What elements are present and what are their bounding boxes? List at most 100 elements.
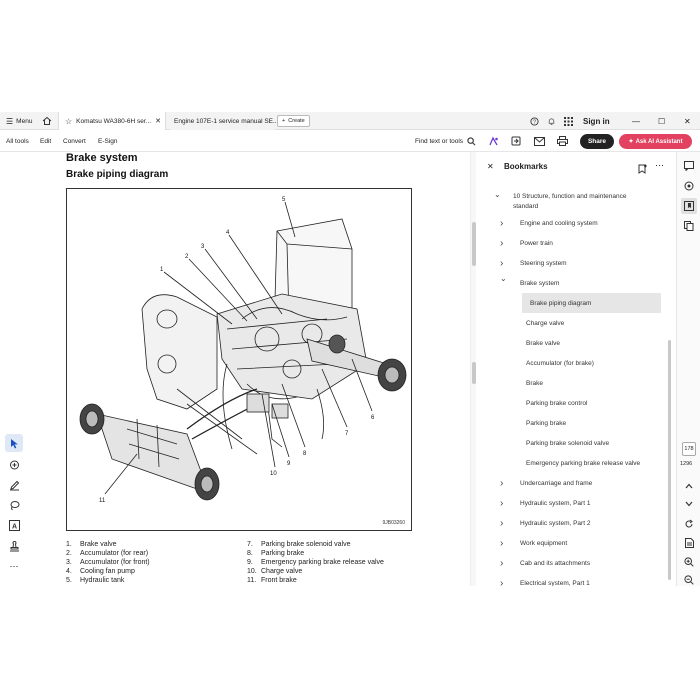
bookmark-item[interactable]: Charge valve xyxy=(478,313,668,333)
chevron-right-icon[interactable]: › xyxy=(500,498,503,509)
bookmark-label-continued: standard xyxy=(513,203,539,210)
chevron-right-icon[interactable]: › xyxy=(500,478,503,489)
bookmark-item[interactable]: › Hydraulic system, Part 2 xyxy=(478,513,668,533)
callout-1: 1 xyxy=(160,267,164,273)
bookmark-label: Brake valve xyxy=(526,340,560,347)
chevron-down-icon[interactable]: ⌄ xyxy=(494,190,501,199)
apps-grid-icon[interactable] xyxy=(564,112,573,130)
print-icon[interactable] xyxy=(557,130,568,152)
bookmark-label: Undercarriage and frame xyxy=(520,480,593,487)
bookmarks-scroll-thumb[interactable] xyxy=(668,340,671,580)
legend-item: 11. Front brake xyxy=(247,577,297,584)
bookmark-item[interactable]: Brake xyxy=(478,373,668,393)
bookmark-label: Engine and cooling system xyxy=(520,220,598,227)
bookmark-item[interactable]: › Engine and cooling system xyxy=(478,213,668,233)
ai-assistant-button[interactable]: ✦ Ask AI Assistant xyxy=(619,134,692,149)
document-viewer[interactable]: A ⋯ Brake system Brake piping diagram 1 … xyxy=(0,152,470,586)
more-options-icon[interactable]: ⋯ xyxy=(655,160,664,171)
bookmark-item[interactable]: ⌄ Brake system xyxy=(478,273,668,293)
text-tool[interactable]: A xyxy=(5,516,23,534)
bookmark-item[interactable]: › Hydraulic system, Part 1 xyxy=(478,493,668,513)
find-text-input[interactable]: Find text or tools xyxy=(415,130,476,152)
comment-tool[interactable] xyxy=(5,456,23,474)
current-page-field[interactable]: 178 xyxy=(682,442,696,456)
bookmark-label: Hydraulic system, Part 2 xyxy=(520,520,591,527)
chevron-right-icon[interactable]: › xyxy=(500,258,503,269)
bookmark-add-icon[interactable] xyxy=(638,161,647,179)
minimize-icon[interactable]: — xyxy=(632,112,640,130)
lasso-tool[interactable] xyxy=(5,496,23,514)
machine-illustration: 1 2 3 4 5 6 7 8 9 10 11 xyxy=(79,197,407,504)
home-button[interactable] xyxy=(42,112,52,130)
chevron-right-icon[interactable]: › xyxy=(500,238,503,249)
zoom-in-icon[interactable] xyxy=(681,554,697,570)
chevron-down-icon[interactable]: ⌄ xyxy=(500,274,507,283)
main-toolbar: All tools Edit Convert E-Sign Find text … xyxy=(0,130,700,152)
document-info-icon[interactable] xyxy=(681,535,697,551)
zoom-out-icon[interactable] xyxy=(681,572,697,586)
menu-convert[interactable]: Convert xyxy=(63,130,86,152)
share-button[interactable]: Share xyxy=(580,134,614,149)
comment-panel-icon[interactable] xyxy=(681,158,697,174)
menu-button[interactable]: ☰ Menu xyxy=(6,112,32,130)
window-close-icon[interactable]: ✕ xyxy=(684,112,691,130)
bookmark-label: Accumulator (for brake) xyxy=(526,360,594,367)
bookmark-item[interactable]: › Undercarriage and frame xyxy=(478,473,668,493)
bookmark-label: Brake piping diagram xyxy=(530,300,592,307)
bookmarks-panel-icon[interactable] xyxy=(681,198,697,214)
bookmark-item[interactable]: Emergency parking brake release valve xyxy=(478,453,668,473)
chevron-right-icon[interactable]: › xyxy=(500,518,503,529)
find-placeholder: Find text or tools xyxy=(415,137,464,145)
bookmark-item[interactable]: Parking brake solenoid valve xyxy=(478,433,668,453)
bell-icon[interactable] xyxy=(547,112,556,130)
chevron-right-icon[interactable]: › xyxy=(500,218,503,229)
menu-edit[interactable]: Edit xyxy=(40,130,51,152)
create-button[interactable]: + Create xyxy=(277,115,310,127)
bookmark-item[interactable]: Brake piping diagram xyxy=(522,293,661,313)
bookmark-item[interactable]: Accumulator (for brake) xyxy=(478,353,668,373)
cursor-icon xyxy=(10,438,18,448)
chevron-right-icon[interactable]: › xyxy=(500,578,503,586)
refresh-icon[interactable] xyxy=(681,516,697,532)
tab-bar: ☰ Menu ☆ Komatsu WA380-6H ser... ✕ Engin… xyxy=(0,112,700,130)
tab-komatsu[interactable]: ☆ Komatsu WA380-6H ser... ✕ xyxy=(58,112,166,130)
scroll-thumb[interactable] xyxy=(472,362,476,384)
chevron-up-icon[interactable] xyxy=(681,478,697,494)
bookmark-item[interactable]: › Cab and its attachments xyxy=(478,553,668,573)
email-icon[interactable] xyxy=(534,130,545,152)
chevron-right-icon[interactable]: › xyxy=(500,558,503,569)
bookmark-item[interactable]: › Electrical system, Part 1 xyxy=(478,573,668,586)
bookmark-item[interactable]: › Steering system xyxy=(478,253,668,273)
menu-all-tools[interactable]: All tools xyxy=(6,130,29,152)
bookmark-item[interactable]: Parking brake control xyxy=(478,393,668,413)
chevron-down-icon[interactable] xyxy=(681,496,697,512)
menu-esign[interactable]: E-Sign xyxy=(98,130,118,152)
bookmark-item[interactable]: › Work equipment xyxy=(478,533,668,553)
ai-chat-icon[interactable] xyxy=(681,178,697,194)
legend-item: 9. Emergency parking brake release valve xyxy=(247,559,384,566)
close-icon[interactable]: ✕ xyxy=(155,117,161,125)
help-icon[interactable]: ? xyxy=(530,112,539,130)
right-rail: 178 1296 xyxy=(676,152,700,586)
scroll-thumb[interactable] xyxy=(472,222,476,266)
chevron-right-icon[interactable]: › xyxy=(500,538,503,549)
bookmark-item[interactable]: Brake valve xyxy=(478,333,668,353)
bookmark-item[interactable]: › Power train xyxy=(478,233,668,253)
document-scrollbar[interactable] xyxy=(470,152,476,586)
pages-panel-icon[interactable] xyxy=(681,218,697,234)
select-tool[interactable] xyxy=(5,434,23,452)
more-tools-icon[interactable]: ⋯ xyxy=(5,557,23,575)
export-icon[interactable] xyxy=(511,130,521,152)
sign-in-button[interactable]: Sign in xyxy=(583,112,610,130)
svg-text:A: A xyxy=(11,523,16,530)
maximize-icon[interactable]: ☐ xyxy=(658,112,665,130)
draw-tool[interactable] xyxy=(5,476,23,494)
close-panel-icon[interactable]: ✕ xyxy=(487,162,494,171)
callout-6: 6 xyxy=(371,415,375,421)
bookmark-item[interactable]: ⌄ 10 Structure, function and maintenance s… xyxy=(478,189,668,213)
tab-engine[interactable]: Engine 107E-1 service manual SE... xyxy=(170,112,278,130)
bookmark-label: Parking brake control xyxy=(526,400,588,407)
stamp-tool[interactable] xyxy=(5,537,23,555)
ai-tools-icon[interactable] xyxy=(488,130,499,152)
bookmark-item[interactable]: Parking brake xyxy=(478,413,668,433)
